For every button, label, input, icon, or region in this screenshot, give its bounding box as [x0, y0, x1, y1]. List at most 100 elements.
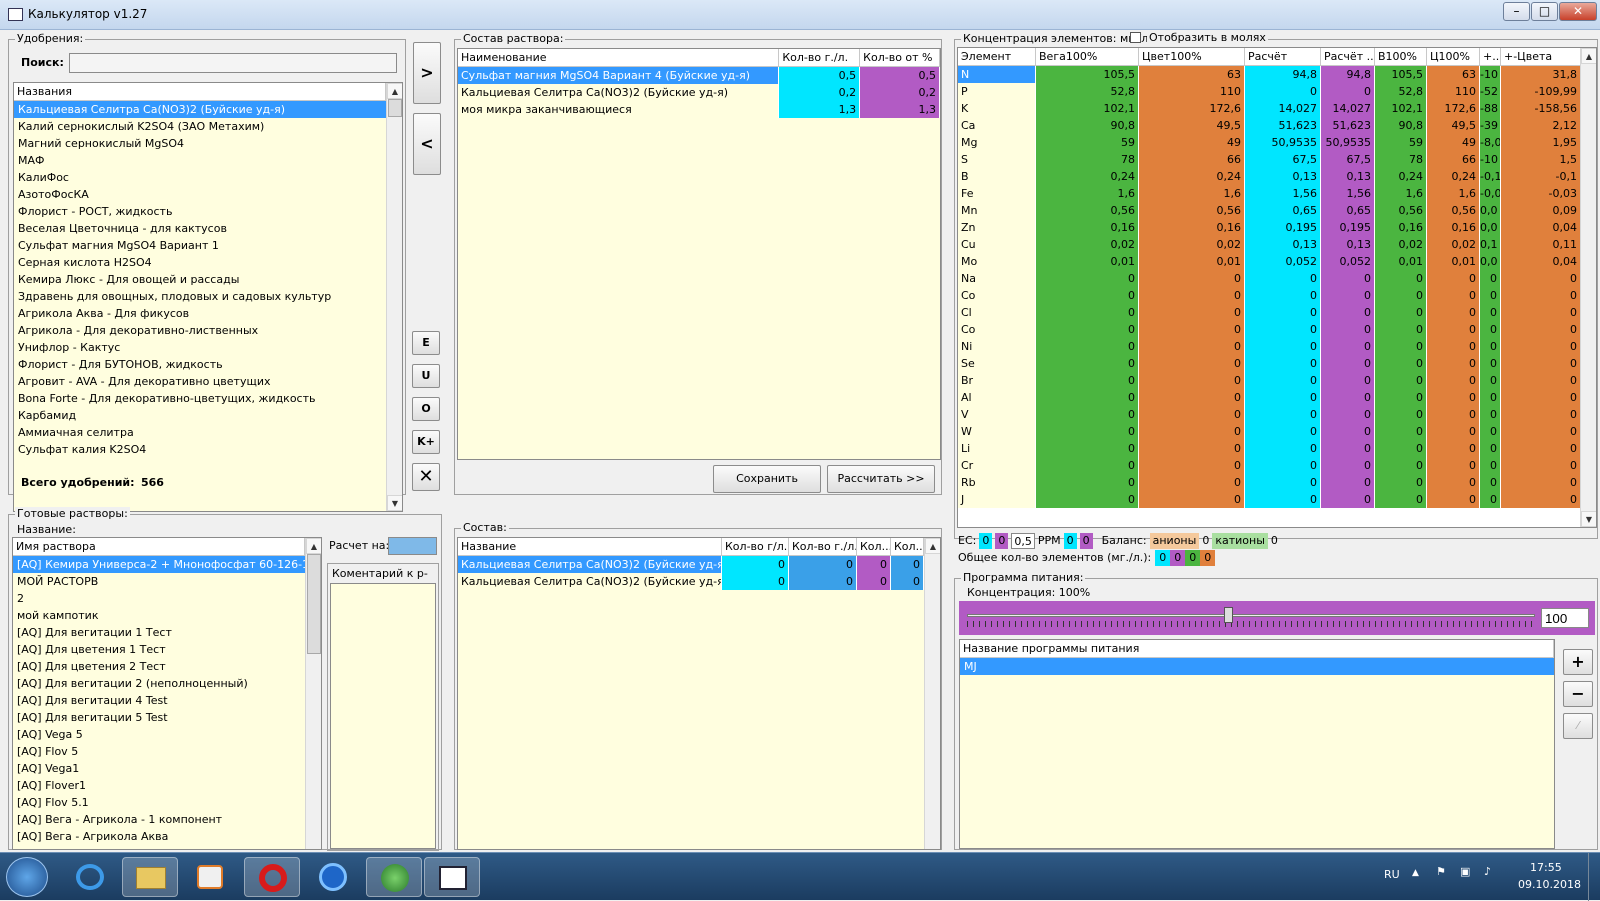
concentration-cell[interactable]: 0,24: [1375, 168, 1427, 185]
start-button-icon[interactable]: [6, 857, 48, 897]
concentration-cell[interactable]: -0,1: [1480, 168, 1501, 185]
concentration-cell[interactable]: 105,5: [1375, 66, 1427, 83]
concentration-cell[interactable]: -10: [1480, 66, 1501, 83]
calculator-app-icon[interactable]: [424, 857, 480, 897]
solution-col-qty[interactable]: Кол-во г./л.: [779, 49, 861, 66]
solution-cell[interactable]: 1,3: [779, 101, 861, 118]
concentration-cell[interactable]: 0: [1427, 389, 1480, 406]
clear-icon[interactable]: ✕: [412, 463, 440, 491]
volume-icon[interactable]: ♪: [1484, 865, 1491, 878]
clock-date[interactable]: 09.10.2018: [1518, 878, 1581, 891]
concentration-cell[interactable]: 0: [1245, 83, 1321, 100]
concentration-cell[interactable]: 0: [1501, 321, 1581, 338]
concentration-cell[interactable]: 0: [1036, 457, 1139, 474]
concentration-cell[interactable]: 0: [1036, 321, 1139, 338]
concentration-cell[interactable]: 0: [1480, 372, 1501, 389]
ready-col-name[interactable]: Имя раствора: [13, 538, 305, 555]
concentration-cell[interactable]: 0,13: [1321, 236, 1375, 253]
fertilizer-list-item[interactable]: Аммиачная селитра: [14, 424, 386, 441]
concentration-cell[interactable]: 110: [1139, 83, 1245, 100]
comp-col-qty2[interactable]: Кол-во г./л.: [789, 538, 857, 555]
fertilizer-list-item[interactable]: Флорист - Для БУТОНОВ, жидкость: [14, 356, 386, 373]
concentration-cell[interactable]: 0: [1375, 491, 1427, 508]
concentration-cell[interactable]: 0: [1375, 355, 1427, 372]
concentration-cell[interactable]: 0: [1480, 440, 1501, 457]
composition-row[interactable]: Кальциевая Селитра Ca(NO3)2 (Буйские уд-…: [458, 556, 924, 573]
concentration-cell[interactable]: 1,6: [1139, 185, 1245, 202]
concentration-cell[interactable]: 1,56: [1245, 185, 1321, 202]
fertilizer-list-item[interactable]: Веселая Цветочница - для кактусов: [14, 220, 386, 237]
concentration-cell[interactable]: 50,9535: [1321, 134, 1375, 151]
concentration-cell[interactable]: 0: [1139, 423, 1245, 440]
globe-app-icon[interactable]: [366, 857, 422, 897]
ec-step-spinner[interactable]: 0,5: [1011, 533, 1035, 549]
conc-col-element[interactable]: Элемент: [958, 48, 1036, 65]
concentration-cell[interactable]: 0,13: [1321, 168, 1375, 185]
concentration-cell[interactable]: 0: [1321, 440, 1375, 457]
concentration-cell[interactable]: 50,9535: [1245, 134, 1321, 151]
concentration-cell[interactable]: 0: [1501, 287, 1581, 304]
k-plus-button[interactable]: K+: [412, 430, 440, 454]
concentration-cell[interactable]: 0,04: [1501, 253, 1581, 270]
fertilizer-list-item[interactable]: КалиФос: [14, 169, 386, 186]
concentration-cell[interactable]: 0: [1245, 321, 1321, 338]
concentration-cell[interactable]: -39: [1480, 117, 1501, 134]
add-to-solution-button[interactable]: >: [413, 42, 441, 104]
search-input[interactable]: [69, 53, 397, 73]
composition-cell[interactable]: 0: [891, 556, 924, 573]
ready-solution-item[interactable]: [AQ] Кемира Универса-2 + Мнонофосфат 60-…: [13, 556, 305, 573]
concentration-scrollbar[interactable]: ▲ ▼: [1580, 48, 1596, 527]
concentration-cell[interactable]: 0: [1245, 389, 1321, 406]
scroll-up-icon[interactable]: ▲: [1581, 48, 1596, 64]
concentration-cell[interactable]: 0,16: [1375, 219, 1427, 236]
concentration-cell[interactable]: 1,5: [1501, 151, 1581, 168]
scroll-down-icon[interactable]: ▼: [387, 495, 402, 511]
concentration-cell[interactable]: 1,56: [1321, 185, 1375, 202]
concentration-cell[interactable]: -158,56: [1501, 100, 1581, 117]
concentration-cell[interactable]: 0: [1139, 389, 1245, 406]
concentration-cell[interactable]: -10: [1480, 151, 1501, 168]
concentration-cell[interactable]: 78: [1375, 151, 1427, 168]
concentration-cell[interactable]: 0: [1375, 338, 1427, 355]
language-indicator[interactable]: RU: [1384, 868, 1400, 881]
fertilizer-list-item[interactable]: Калий сернокислый K2SO4 (ЗАО Метахим): [14, 118, 386, 135]
calculate-button[interactable]: Рассчитать >>: [827, 465, 935, 493]
concentration-cell[interactable]: 0: [1036, 423, 1139, 440]
ready-solution-item[interactable]: [AQ] Для вегитации 5 Test: [13, 709, 305, 726]
concentration-cell[interactable]: 51,623: [1321, 117, 1375, 134]
concentration-cell[interactable]: 0: [1321, 491, 1375, 508]
composition-scrollbar[interactable]: ▲: [924, 538, 940, 849]
concentration-cell[interactable]: 0: [1036, 355, 1139, 372]
concentration-cell[interactable]: 0: [1245, 406, 1321, 423]
solution-row[interactable]: моя микра заканчивающиеся 1,3 1,3: [458, 101, 940, 118]
concentration-cell[interactable]: 0: [1321, 338, 1375, 355]
conc-col-plus[interactable]: +...: [1480, 48, 1501, 65]
minimize-button[interactable]: –: [1503, 2, 1530, 21]
ready-solution-item[interactable]: [AQ] Вега - Агрикола - 1 компонент: [13, 811, 305, 828]
concentration-cell[interactable]: 102,1: [1036, 100, 1139, 117]
solution-cell[interactable]: 0,2: [779, 84, 861, 101]
solution-col-name[interactable]: Наименование: [458, 49, 780, 66]
concentration-cell[interactable]: 0: [1375, 457, 1427, 474]
concentration-cell[interactable]: 0,02: [1036, 236, 1139, 253]
concentration-row[interactable]: Mn 0,56 0,56 0,65 0,65 0,56 0,56 0,0 0,09: [958, 202, 1596, 219]
concentration-cell[interactable]: 0: [1427, 321, 1480, 338]
concentration-cell[interactable]: 1,95: [1501, 134, 1581, 151]
concentration-cell[interactable]: 0: [1321, 83, 1375, 100]
ready-solution-item[interactable]: [AQ] Для вегитации 4 Test: [13, 692, 305, 709]
network-icon[interactable]: ▣: [1460, 865, 1470, 878]
action-center-icon[interactable]: ⚑: [1436, 865, 1446, 878]
solution-col-pct[interactable]: Кол-во от %: [860, 49, 940, 66]
concentration-cell[interactable]: 0: [1375, 406, 1427, 423]
comp-col-qty1[interactable]: Кол-во г/л.: [722, 538, 789, 555]
concentration-row[interactable]: S 78 66 67,5 67,5 78 66 -10 1,5: [958, 151, 1596, 168]
add-program-button[interactable]: +: [1563, 649, 1593, 675]
fertilizer-list-item[interactable]: Сульфат калия K2SO4: [14, 441, 386, 458]
fertilizer-list-item[interactable]: Унифлор - Кактус: [14, 339, 386, 356]
concentration-cell[interactable]: 172,6: [1139, 100, 1245, 117]
concentration-cell[interactable]: 0: [1427, 440, 1480, 457]
solution-cell[interactable]: 0,5: [860, 67, 940, 84]
concentration-row[interactable]: Br 0 0 0 0 0 0 0 0: [958, 372, 1596, 389]
concentration-cell[interactable]: 0: [1501, 355, 1581, 372]
concentration-cell[interactable]: 0: [1375, 270, 1427, 287]
